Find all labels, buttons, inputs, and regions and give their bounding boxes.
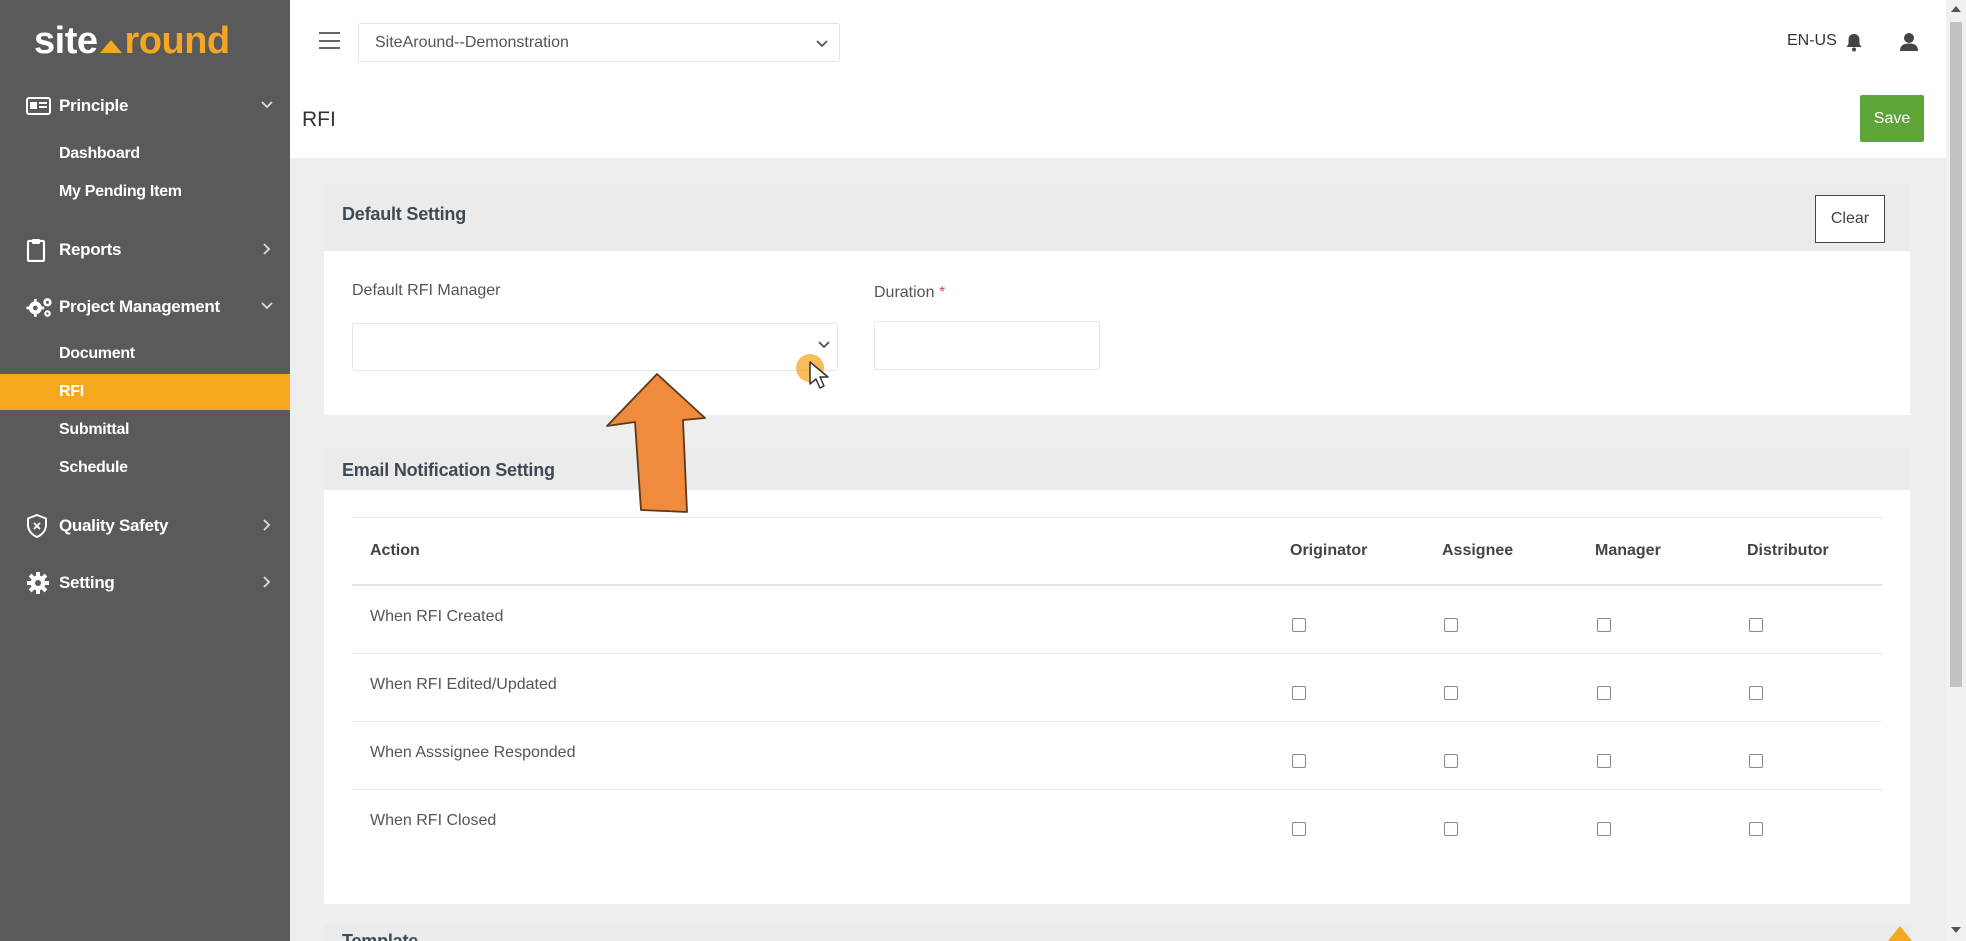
originator-checkbox[interactable]	[1292, 822, 1306, 836]
distributor-checkbox[interactable]	[1749, 618, 1763, 632]
card-header: Default Setting Clear	[324, 184, 1910, 251]
sidebar-item-dashboard[interactable]: Dashboard	[0, 136, 290, 172]
top-bar: SiteAround--Demonstration EN-US	[290, 0, 1946, 84]
scroll-to-top-icon[interactable]	[1888, 926, 1912, 941]
save-button[interactable]: Save	[1860, 95, 1924, 142]
assignee-checkbox[interactable]	[1444, 686, 1458, 700]
sidebar-item-rfi[interactable]: RFI	[0, 374, 290, 410]
column-header-assignee: Assignee	[1442, 542, 1514, 559]
distributor-checkbox[interactable]	[1749, 822, 1763, 836]
sidebar-group-principle[interactable]: Principle	[0, 86, 290, 126]
orange-arrow-up-icon	[606, 373, 706, 513]
action-label: When RFI Edited/Updated	[370, 676, 557, 693]
assignee-checkbox[interactable]	[1444, 618, 1458, 632]
chevron-right-icon	[263, 576, 271, 588]
hamburger-menu-icon[interactable]	[319, 32, 340, 49]
chevron-down-icon	[818, 341, 830, 349]
table-row: When RFI Created	[352, 586, 1882, 654]
default-rfi-manager-select[interactable]	[352, 323, 838, 371]
originator-checkbox[interactable]	[1292, 754, 1306, 768]
assignee-checkbox[interactable]	[1444, 754, 1458, 768]
manager-checkbox[interactable]	[1597, 822, 1611, 836]
vertical-scrollbar[interactable]	[1946, 0, 1966, 941]
chevron-right-icon	[263, 519, 271, 531]
default-rfi-manager-label: Default RFI Manager	[352, 282, 501, 299]
card-title: Template	[342, 931, 419, 941]
manager-checkbox[interactable]	[1597, 686, 1611, 700]
card-header: Email Notification Setting	[324, 448, 1910, 490]
sidebar-item-my-pending-item[interactable]: My Pending Item	[0, 174, 290, 210]
originator-checkbox[interactable]	[1292, 686, 1306, 700]
sidebar-item-submittal[interactable]: Submittal	[0, 412, 290, 448]
card-title: Default Setting	[342, 204, 467, 224]
duration-input[interactable]	[874, 321, 1100, 370]
manager-checkbox[interactable]	[1597, 754, 1611, 768]
clipboard-icon	[26, 238, 54, 262]
default-setting-card: Default Setting Clear Default RFI Manage…	[324, 184, 1910, 415]
sidebar-item-schedule[interactable]: Schedule	[0, 450, 290, 486]
card-title: Email Notification Setting	[342, 460, 555, 480]
table-row: When RFI Closed	[352, 790, 1882, 858]
gear-icon	[26, 571, 54, 595]
assignee-checkbox[interactable]	[1444, 822, 1458, 836]
clear-button[interactable]: Clear	[1815, 195, 1885, 243]
page-title: RFI	[302, 108, 336, 131]
id-card-icon	[26, 94, 54, 118]
scroll-down-arrow-icon[interactable]	[1951, 927, 1961, 933]
bell-icon[interactable]	[1845, 33, 1863, 52]
action-label: When Asssignee Responded	[370, 744, 576, 761]
distributor-checkbox[interactable]	[1749, 686, 1763, 700]
notification-table: Action Originator Assignee Manager Distr…	[352, 517, 1882, 858]
scrollbar-thumb[interactable]	[1950, 22, 1962, 687]
action-label: When RFI Created	[370, 608, 504, 625]
sitearound-logo[interactable]: site round	[34, 20, 230, 63]
email-notification-card: Email Notification Setting Action Origin…	[324, 448, 1910, 904]
language-selector[interactable]: EN-US	[1787, 32, 1837, 50]
duration-label: Duration *	[874, 284, 946, 301]
sidebar-group-quality-safety[interactable]: Quality Safety	[0, 506, 290, 546]
sidebar-group-setting[interactable]: Setting	[0, 563, 290, 603]
sidebar-group-project-management[interactable]: Project Management	[0, 287, 290, 327]
chevron-down-icon	[816, 40, 828, 48]
logo-triangle-icon	[100, 40, 123, 53]
table-header-row: Action Originator Assignee Manager Distr…	[352, 517, 1882, 586]
sidebar: site round Principle Dashboard My Pendin…	[0, 0, 290, 941]
chevron-down-icon	[261, 302, 273, 310]
column-header-distributor: Distributor	[1747, 542, 1829, 559]
originator-checkbox[interactable]	[1292, 618, 1306, 632]
shield-icon	[26, 514, 54, 538]
page-header: RFI Save	[290, 84, 1946, 158]
mouse-pointer-icon	[809, 361, 829, 389]
column-header-originator: Originator	[1290, 542, 1368, 559]
chevron-down-icon	[261, 101, 273, 109]
sidebar-group-reports[interactable]: Reports	[0, 230, 290, 270]
column-header-action: Action	[370, 542, 420, 559]
template-card: Template	[324, 925, 1910, 941]
table-row: When Asssignee Responded	[352, 722, 1882, 790]
table-row: When RFI Edited/Updated	[352, 654, 1882, 722]
manager-checkbox[interactable]	[1597, 618, 1611, 632]
column-header-manager: Manager	[1595, 542, 1661, 559]
required-marker: *	[938, 284, 946, 301]
sidebar-item-document[interactable]: Document	[0, 336, 290, 372]
gears-icon	[26, 295, 54, 319]
chevron-right-icon	[263, 243, 271, 255]
action-label: When RFI Closed	[370, 812, 497, 829]
distributor-checkbox[interactable]	[1749, 754, 1763, 768]
user-icon[interactable]	[1899, 32, 1919, 52]
project-select[interactable]: SiteAround--Demonstration	[358, 23, 840, 62]
scroll-up-arrow-icon[interactable]	[1951, 6, 1961, 12]
